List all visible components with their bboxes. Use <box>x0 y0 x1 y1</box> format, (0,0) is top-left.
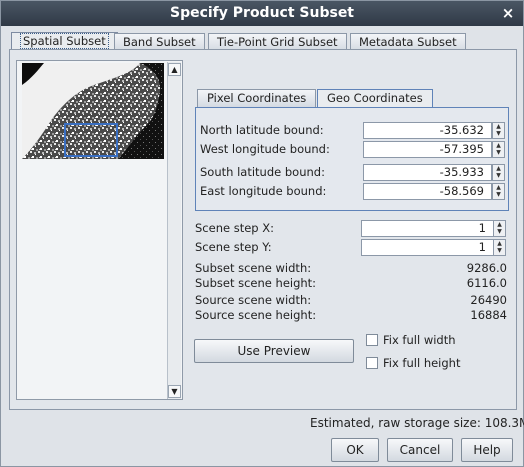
storage-size-text: Estimated, raw storage size: 108.3M <box>310 416 524 430</box>
subset-scene-height-value: 6116.0 <box>466 276 507 290</box>
south-latitude-field[interactable]: -35.933 <box>363 164 492 181</box>
spinner-up-icon[interactable]: ▲ <box>493 142 504 149</box>
scene-step-y-field[interactable]: 1 <box>361 239 494 256</box>
fix-full-height-checkbox[interactable] <box>366 357 378 369</box>
ok-button[interactable]: OK <box>331 438 379 462</box>
scene-step-y-label: Scene step Y: <box>195 240 272 254</box>
scroll-down-arrow-icon[interactable]: ▼ <box>168 385 181 398</box>
scene-step-x-label: Scene step X: <box>195 221 275 235</box>
subset-scene-height-label: Subset scene height: <box>195 276 317 290</box>
east-longitude-label: East longitude bound: <box>200 184 327 198</box>
spinner-down-icon[interactable]: ▼ <box>493 172 504 179</box>
spinner-up-icon[interactable]: ▲ <box>493 184 504 191</box>
scene-step-x-field[interactable]: 1 <box>361 220 494 237</box>
spinner-down-icon[interactable]: ▼ <box>494 228 505 235</box>
spinner-up-icon[interactable]: ▲ <box>494 240 505 247</box>
spinner-up-icon[interactable]: ▲ <box>493 165 504 172</box>
dialog-title: Specify Product Subset <box>169 5 355 21</box>
source-scene-height-label: Source scene height: <box>195 308 317 322</box>
spinner-down-icon[interactable]: ▼ <box>493 191 504 198</box>
south-latitude-label: South latitude bound: <box>200 165 325 179</box>
scene-step-x-spinner[interactable]: ▲ ▼ <box>493 220 506 237</box>
help-button[interactable]: Help <box>461 438 513 462</box>
west-longitude-spinner[interactable]: ▲ ▼ <box>492 141 505 158</box>
subset-selection-rectangle[interactable] <box>64 123 118 157</box>
use-preview-button[interactable]: Use Preview <box>194 339 354 363</box>
source-scene-width-value: 26490 <box>470 293 507 307</box>
preview-image <box>22 63 164 159</box>
close-icon[interactable]: × <box>501 1 515 26</box>
cancel-button[interactable]: Cancel <box>387 438 453 462</box>
spinner-down-icon[interactable]: ▼ <box>494 247 505 254</box>
west-longitude-label: West longitude bound: <box>200 142 330 156</box>
preview-scrollbar[interactable]: ▲ ▼ <box>167 62 181 399</box>
west-longitude-field[interactable]: -57.395 <box>363 141 492 158</box>
east-longitude-spinner[interactable]: ▲ ▼ <box>492 183 505 200</box>
subtab-geo-coordinates[interactable]: Geo Coordinates <box>317 89 433 107</box>
north-latitude-label: North latitude bound: <box>200 123 324 137</box>
source-scene-width-label: Source scene width: <box>195 293 312 307</box>
spinner-up-icon[interactable]: ▲ <box>493 123 504 130</box>
north-latitude-spinner[interactable]: ▲ ▼ <box>492 122 505 139</box>
geo-coordinates-panel: North latitude bound: -35.632 ▲ ▼ West lo… <box>195 107 509 211</box>
fix-full-height-label[interactable]: Fix full height <box>383 356 460 370</box>
dialog-window: Specify Product Subset × Spatial Subset … <box>0 0 524 467</box>
scene-step-y-spinner[interactable]: ▲ ▼ <box>493 239 506 256</box>
fix-full-width-checkbox[interactable] <box>366 334 378 346</box>
east-longitude-field[interactable]: -58.569 <box>363 183 492 200</box>
preview-panel: ▲ ▼ <box>16 60 183 400</box>
spinner-up-icon[interactable]: ▲ <box>494 221 505 228</box>
title-bar: Specify Product Subset × <box>1 1 523 26</box>
subset-scene-width-label: Subset scene width: <box>195 261 312 275</box>
south-latitude-spinner[interactable]: ▲ ▼ <box>492 164 505 181</box>
subtab-pixel-coordinates[interactable]: Pixel Coordinates <box>197 89 317 107</box>
spinner-down-icon[interactable]: ▼ <box>493 130 504 137</box>
subset-scene-width-value: 9286.0 <box>466 261 507 275</box>
source-scene-height-value: 16884 <box>470 308 507 322</box>
north-latitude-field[interactable]: -35.632 <box>363 122 492 139</box>
spinner-down-icon[interactable]: ▼ <box>493 149 504 156</box>
scroll-up-arrow-icon[interactable]: ▲ <box>168 63 181 76</box>
fix-full-width-label[interactable]: Fix full width <box>383 333 456 347</box>
